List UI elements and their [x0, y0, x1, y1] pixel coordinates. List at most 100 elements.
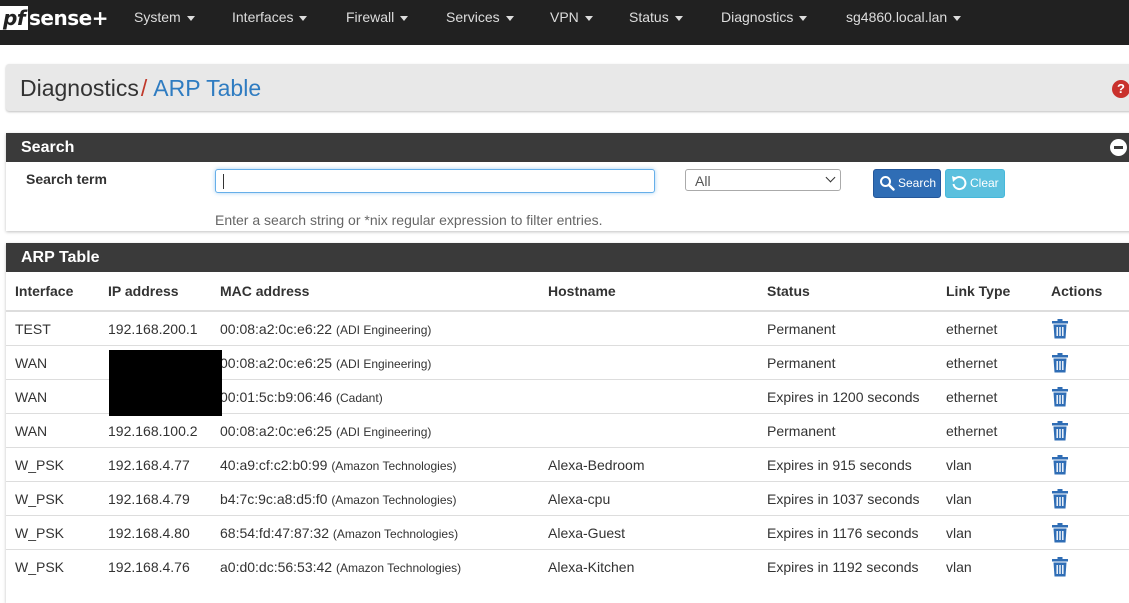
- mac-address: 00:08:a2:0c:e6:25: [220, 422, 333, 439]
- column-header-link-type[interactable]: Link Type: [946, 272, 1051, 312]
- column-header-ip[interactable]: IP address: [108, 272, 220, 312]
- cell-status: Expires in 1200 seconds: [767, 379, 946, 414]
- mac-vendor: (ADI Engineering): [336, 356, 432, 371]
- trash-icon: [1052, 386, 1068, 406]
- search-input[interactable]: [215, 169, 655, 193]
- undo-icon: [952, 176, 967, 191]
- nav-firewall[interactable]: Firewall: [346, 0, 409, 35]
- mac-vendor: (ADI Engineering): [336, 424, 432, 439]
- mac-vendor: (Amazon Technologies): [336, 560, 462, 575]
- search-help-text: Enter a search string or *nix regular ex…: [215, 212, 603, 228]
- table-row: W_PSK 192.168.4.77 40:a9:cf:c2:b0:99 (Amaz…: [6, 447, 1129, 482]
- table-row: W_PSK 192.168.4.79 b4:7c:9c:a8:d5:f0 (Amaz…: [6, 481, 1129, 516]
- nav-host[interactable]: sg4860.local.lan: [846, 0, 962, 35]
- clear-button[interactable]: Clear: [945, 169, 1005, 198]
- nav-label: VPN: [550, 9, 579, 25]
- delete-entry-button[interactable]: [1051, 386, 1069, 406]
- mac-address: a0:d0:dc:56:53:42: [220, 558, 333, 575]
- redacted-ip-block: [109, 350, 222, 416]
- cell-hostname: [548, 310, 767, 346]
- arp-table: Interface IP address MAC address Hostnam…: [6, 272, 1129, 583]
- mac-address: 68:54:fd:47:87:32: [220, 524, 329, 541]
- cell-interface: W_PSK: [6, 481, 108, 516]
- delete-entry-button[interactable]: [1051, 352, 1069, 372]
- caret-down-icon: [186, 15, 195, 21]
- cell-link-type: vlan: [946, 447, 1051, 482]
- nav-label: sg4860.local.lan: [846, 9, 948, 25]
- search-icon: [880, 176, 895, 191]
- logo-sense: sense: [29, 6, 92, 30]
- breadcrumb-current[interactable]: ARP Table: [153, 75, 261, 101]
- select-value: All: [695, 173, 711, 189]
- cell-interface: W_PSK: [6, 515, 108, 550]
- table-row: TEST 192.168.200.1 00:08:a2:0c:e6:22 (ADI …: [6, 310, 1129, 346]
- column-header-hostname[interactable]: Hostname: [548, 272, 767, 312]
- nav-system[interactable]: System: [134, 0, 195, 35]
- cell-interface: WAN: [6, 345, 108, 380]
- nav-services[interactable]: Services: [446, 0, 514, 35]
- caret-down-icon: [505, 15, 514, 21]
- caret-down-icon: [799, 15, 808, 21]
- search-button[interactable]: Search: [873, 169, 941, 198]
- trash-icon: [1052, 454, 1068, 474]
- search-panel-heading: Search: [6, 133, 1129, 162]
- caret-down-icon: [400, 15, 409, 21]
- clear-button-label: Clear: [970, 176, 999, 190]
- arp-panel-heading: ARP Table: [6, 243, 1129, 272]
- delete-entry-button[interactable]: [1051, 556, 1069, 576]
- chevron-down-icon: [825, 172, 836, 183]
- breadcrumb: Diagnostics/ARP Table: [20, 74, 261, 102]
- delete-entry-button[interactable]: [1051, 454, 1069, 474]
- cell-link-type: ethernet: [946, 310, 1051, 346]
- cell-interface: W_PSK: [6, 447, 108, 482]
- cell-status: Expires in 915 seconds: [767, 447, 946, 482]
- trash-icon: [1052, 420, 1068, 440]
- column-header-actions: Actions: [1051, 272, 1129, 312]
- mac-address: b4:7c:9c:a8:d5:f0: [220, 490, 328, 507]
- cell-actions: [1051, 481, 1129, 516]
- nav-label: Status: [629, 9, 669, 25]
- column-header-interface[interactable]: Interface: [6, 272, 108, 312]
- delete-entry-button[interactable]: [1051, 420, 1069, 440]
- column-header-status[interactable]: Status: [767, 272, 946, 312]
- text-cursor: [223, 174, 224, 189]
- entry-filter-select[interactable]: All: [685, 169, 841, 191]
- logo-plus: +: [91, 6, 109, 30]
- cell-actions: [1051, 549, 1129, 583]
- breadcrumb-separator: /: [140, 75, 148, 101]
- nav-label: Services: [446, 9, 500, 25]
- search-button-label: Search: [898, 176, 937, 190]
- cell-link-type: vlan: [946, 549, 1051, 583]
- trash-icon: [1052, 556, 1068, 576]
- nav-diagnostics[interactable]: Diagnostics: [721, 0, 808, 35]
- mac-vendor: (ADI Engineering): [336, 322, 432, 337]
- mac-vendor: (Amazon Technologies): [332, 526, 459, 541]
- cell-hostname: [548, 379, 767, 414]
- nav-label: Firewall: [346, 9, 395, 25]
- delete-entry-button[interactable]: [1051, 488, 1069, 508]
- delete-entry-button[interactable]: [1051, 318, 1069, 338]
- nav-vpn[interactable]: VPN: [550, 0, 593, 35]
- nav-interfaces[interactable]: Interfaces: [232, 0, 308, 35]
- cell-ip: 192.168.4.76: [108, 549, 220, 583]
- cell-ip: 192.168.200.1: [108, 310, 220, 346]
- question-circle-icon[interactable]: ?: [1112, 80, 1129, 98]
- cell-interface: W_PSK: [6, 549, 108, 583]
- column-header-mac[interactable]: MAC address: [220, 272, 548, 312]
- cell-actions: [1051, 413, 1129, 448]
- mac-vendor: (Cadant): [336, 390, 383, 405]
- search-term-label: Search term: [26, 171, 107, 187]
- pfsense-logo[interactable]: pf sense+: [0, 6, 108, 32]
- trash-icon: [1052, 352, 1068, 372]
- nav-label: System: [134, 9, 181, 25]
- minus-circle-icon[interactable]: [1110, 139, 1127, 156]
- cell-interface: WAN: [6, 379, 108, 414]
- breadcrumb-parent: Diagnostics: [20, 75, 139, 101]
- nav-status[interactable]: Status: [629, 0, 683, 35]
- mac-vendor: (Amazon Technologies): [331, 458, 457, 473]
- delete-entry-button[interactable]: [1051, 522, 1069, 542]
- table-header-row: Interface IP address MAC address Hostnam…: [6, 272, 1129, 312]
- cell-status: Expires in 1037 seconds: [767, 481, 946, 516]
- cell-hostname: Alexa-cpu: [548, 481, 767, 516]
- nav-label: Diagnostics: [721, 9, 794, 25]
